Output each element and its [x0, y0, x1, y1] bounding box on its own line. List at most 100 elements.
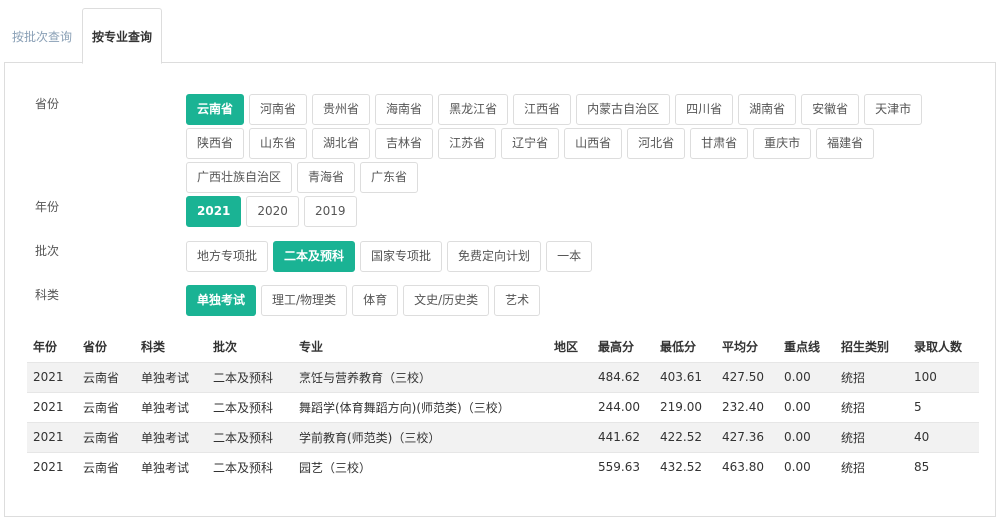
province-option[interactable]: 黑龙江省	[438, 94, 509, 125]
province-option[interactable]: 河北省	[627, 128, 686, 159]
table-cell: 403.61	[654, 361, 716, 392]
table-cell: 40	[908, 421, 979, 452]
table-cell: 园艺（三校）	[293, 451, 548, 482]
column-header: 招生类别	[841, 340, 890, 355]
tab-by-batch[interactable]: 按批次查询	[4, 8, 80, 64]
table-cell: 2021	[27, 421, 77, 452]
batch-option[interactable]: 免费定向计划	[447, 241, 542, 272]
table-cell: 云南省	[77, 361, 135, 392]
province-option[interactable]: 甘肃省	[690, 128, 749, 159]
province-option[interactable]: 内蒙古自治区	[576, 94, 671, 125]
table-cell: 0.00	[778, 421, 835, 452]
province-label: 省份	[35, 97, 60, 111]
subject-option[interactable]: 文史/历史类	[403, 285, 490, 316]
batch-option[interactable]: 国家专项批	[360, 241, 443, 272]
table-cell: 463.80	[716, 451, 778, 482]
province-option[interactable]: 吉林省	[375, 128, 434, 159]
table-cell: 统招	[835, 391, 908, 422]
year-options: 2021 2020 2019	[186, 196, 976, 230]
subject-option[interactable]: 理工/物理类	[261, 285, 348, 316]
table-cell: 二本及预科	[207, 391, 293, 422]
column-header: 科类	[141, 340, 166, 355]
province-option[interactable]: 安徽省	[801, 94, 860, 125]
table-cell	[548, 451, 592, 482]
table-cell: 单独考试	[135, 361, 207, 392]
table-cell: 100	[908, 361, 979, 392]
table-cell: 232.40	[716, 391, 778, 422]
table-cell: 427.36	[716, 421, 778, 452]
column-header: 省份	[83, 340, 108, 355]
batch-option[interactable]: 二本及预科	[273, 241, 356, 272]
table-cell	[548, 361, 592, 392]
tab-by-major[interactable]: 按专业查询	[82, 8, 162, 64]
table-cell: 422.52	[654, 421, 716, 452]
column-header: 批次	[213, 340, 238, 355]
province-option[interactable]: 重庆市	[753, 128, 812, 159]
column-header: 平均分	[722, 340, 759, 355]
table-cell: 484.62	[592, 361, 654, 392]
column-header: 重点线	[784, 340, 821, 355]
province-option[interactable]: 陕西省	[186, 128, 245, 159]
province-option[interactable]: 海南省	[375, 94, 434, 125]
table-cell: 云南省	[77, 451, 135, 482]
table-cell: 二本及预科	[207, 451, 293, 482]
province-option[interactable]: 江西省	[513, 94, 572, 125]
table-cell	[548, 421, 592, 452]
subject-option[interactable]: 单独考试	[186, 285, 257, 316]
table-cell: 统招	[835, 361, 908, 392]
batch-option[interactable]: 一本	[546, 241, 593, 272]
province-option[interactable]: 四川省	[675, 94, 734, 125]
table-cell: 烹饪与营养教育（三校）	[293, 361, 548, 392]
table-row: 2021 云南省 单独考试 二本及预科 园艺（三校） 559.63 432.52 463.80…	[27, 451, 979, 482]
table-cell: 0.00	[778, 361, 835, 392]
province-option[interactable]: 广西壮族自治区	[186, 162, 293, 193]
year-option[interactable]: 2020	[246, 196, 299, 227]
province-option[interactable]: 贵州省	[312, 94, 371, 125]
province-option[interactable]: 湖北省	[312, 128, 371, 159]
table-cell: 单独考试	[135, 451, 207, 482]
table-cell: 二本及预科	[207, 361, 293, 392]
table-cell: 219.00	[654, 391, 716, 422]
year-option[interactable]: 2021	[186, 196, 242, 227]
province-option[interactable]: 辽宁省	[501, 128, 560, 159]
table-cell: 学前教育(师范类)（三校）	[293, 421, 548, 452]
results-table: 年份 省份 科类 批次 专业 地区 最高分 最低分 平均分 重点线 招生类别 录取人数 2021 云南省…	[27, 332, 979, 482]
province-option[interactable]: 山西省	[564, 128, 623, 159]
table-cell: 云南省	[77, 391, 135, 422]
province-option[interactable]: 福建省	[816, 128, 875, 159]
column-header: 最低分	[660, 340, 697, 355]
table-cell: 单独考试	[135, 421, 207, 452]
province-option[interactable]: 青海省	[297, 162, 356, 193]
subject-label: 科类	[35, 288, 60, 302]
subject-option[interactable]: 艺术	[494, 285, 541, 316]
table-cell: 舞蹈学(体育舞蹈方向)(师范类)（三校）	[293, 391, 548, 422]
province-option[interactable]: 湖南省	[738, 94, 797, 125]
batch-label: 批次	[35, 244, 60, 258]
province-option[interactable]: 云南省	[186, 94, 245, 125]
column-header: 地区	[554, 340, 579, 355]
year-option[interactable]: 2019	[303, 196, 357, 227]
query-tabs: 按批次查询 按专业查询	[4, 8, 1000, 64]
table-cell: 559.63	[592, 451, 654, 482]
province-options: 云南省 河南省 贵州省 海南省 黑龙江省 江西省 内蒙古自治区 四川省 湖南省 安徽省 天津市陕西省…	[186, 94, 976, 196]
province-option[interactable]: 天津市	[864, 94, 923, 125]
table-cell: 二本及预科	[207, 421, 293, 452]
table-cell: 统招	[835, 421, 908, 452]
table-cell: 云南省	[77, 421, 135, 452]
table-cell: 统招	[835, 451, 908, 482]
table-cell: 244.00	[592, 391, 654, 422]
province-option[interactable]: 广东省	[360, 162, 419, 193]
table-cell: 427.50	[716, 361, 778, 392]
province-option[interactable]: 山东省	[249, 128, 308, 159]
column-header: 专业	[299, 340, 324, 355]
column-header: 最高分	[598, 340, 635, 355]
table-header-row: 年份 省份 科类 批次 专业 地区 最高分 最低分 平均分 重点线 招生类别 录取人数	[27, 332, 979, 362]
table-cell: 432.52	[654, 451, 716, 482]
table-cell: 85	[908, 451, 979, 482]
province-option[interactable]: 江苏省	[438, 128, 497, 159]
subject-options: 单独考试 理工/物理类 体育 文史/历史类 艺术	[186, 285, 976, 319]
subject-option[interactable]: 体育	[352, 285, 399, 316]
table-body: 2021 云南省 单独考试 二本及预科 烹饪与营养教育（三校） 484.62 403.61 4…	[27, 361, 979, 482]
province-option[interactable]: 河南省	[249, 94, 308, 125]
batch-option[interactable]: 地方专项批	[186, 241, 269, 272]
